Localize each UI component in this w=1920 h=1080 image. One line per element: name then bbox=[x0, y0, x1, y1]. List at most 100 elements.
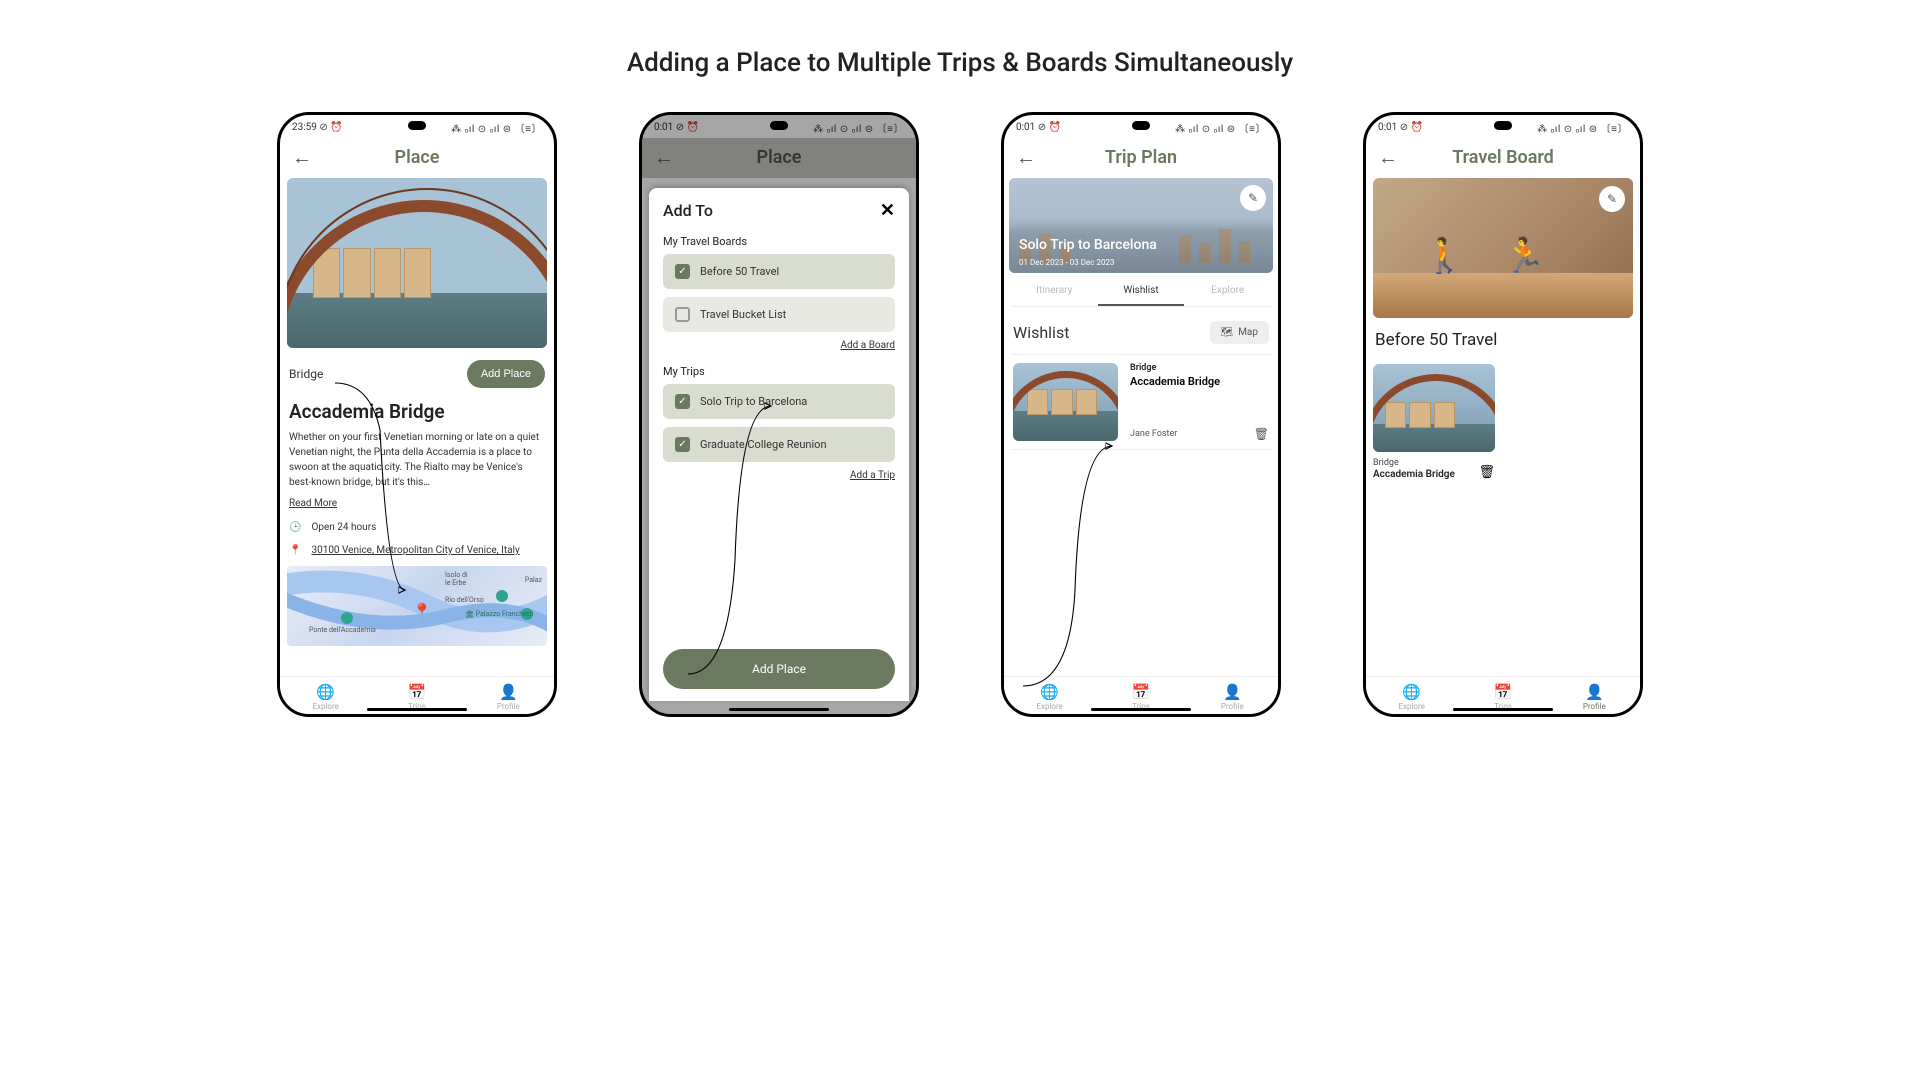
close-icon[interactable]: ✕ bbox=[880, 200, 895, 221]
calendar-icon: 📅 bbox=[1095, 683, 1186, 701]
edit-button[interactable]: ✎ bbox=[1599, 186, 1625, 212]
map-label: Isolo dile Erbe bbox=[445, 571, 468, 587]
home-indicator bbox=[1453, 708, 1553, 711]
calendar-icon: 📅 bbox=[1457, 683, 1548, 701]
card-name: Accademia Bridge bbox=[1373, 469, 1455, 480]
pencil-icon: ✎ bbox=[1248, 191, 1258, 205]
phone-trip-plan: 0:01 ⊘ ⏰ ⁂ ₒıl ⊙ ₒıl ⊜ 〔≡〕 ← Trip Plan ✎… bbox=[1001, 112, 1281, 717]
nav-explore[interactable]: 🌐Explore bbox=[1366, 683, 1457, 711]
wishlist-card[interactable]: Bridge Accademia Bridge Jane Foster 🗑 bbox=[1011, 354, 1271, 450]
address-link[interactable]: 30100 Venice, Metropolitan City of Venic… bbox=[311, 545, 519, 556]
place-category: Bridge bbox=[289, 367, 323, 381]
page-title: Adding a Place to Multiple Trips & Board… bbox=[0, 0, 1920, 78]
place-hero-image bbox=[287, 178, 547, 348]
place-description: Whether on your first Venetian morning o… bbox=[287, 430, 547, 490]
nav-trips[interactable]: 📅Trips bbox=[1095, 683, 1186, 711]
checkbox-empty-icon bbox=[675, 307, 690, 322]
map-pin-icon: 📍 bbox=[412, 602, 432, 621]
phone-travel-board: 0:01 ⊘ ⏰ ⁂ ₒıl ⊙ ₒıl ⊜ 〔≡〕 ← Travel Boar… bbox=[1363, 112, 1643, 717]
card-name: Accademia Bridge bbox=[1130, 375, 1269, 388]
nav-explore[interactable]: 🌐Explore bbox=[280, 683, 371, 711]
nav-profile[interactable]: 👤Profile bbox=[1187, 683, 1278, 711]
boards-section-label: My Travel Boards bbox=[663, 235, 895, 248]
board-option[interactable]: ✓Before 50 Travel bbox=[663, 254, 895, 289]
board-option[interactable]: Travel Bucket List bbox=[663, 297, 895, 332]
status-time: 0:01 ⊘ ⏰ bbox=[1378, 122, 1423, 133]
checkbox-checked-icon: ✓ bbox=[675, 264, 690, 279]
checkbox-checked-icon: ✓ bbox=[675, 394, 690, 409]
notch bbox=[770, 121, 788, 130]
back-icon[interactable]: ← bbox=[1378, 145, 1398, 170]
status-time: 23:59 ⊘ ⏰ bbox=[292, 122, 343, 133]
checkbox-checked-icon: ✓ bbox=[675, 437, 690, 452]
clock-icon: 🕒 bbox=[289, 522, 301, 533]
back-icon[interactable]: ← bbox=[292, 145, 312, 170]
board-card-thumbnail[interactable] bbox=[1373, 364, 1495, 452]
wishlist-heading: Wishlist bbox=[1013, 323, 1069, 342]
map-label: Ponte dell'Accademia bbox=[309, 626, 376, 634]
home-indicator bbox=[367, 708, 467, 711]
trip-option[interactable]: ✓Solo Trip to Barcelona bbox=[663, 384, 895, 419]
place-map[interactable]: 📍 Isolo dile Erbe Palaz Rio dell'Orso 🏛 … bbox=[287, 566, 547, 646]
home-indicator bbox=[1091, 708, 1191, 711]
add-place-confirm-button[interactable]: Add Place bbox=[663, 649, 895, 689]
map-label: Rio dell'Orso bbox=[445, 596, 484, 604]
status-icons: ⁂ ₒıl ⊙ ₒıl ⊜ 〔≡〕 bbox=[1537, 120, 1628, 135]
phone-add-to-sheet: 0:01 ⊘ ⏰ ⁂ ₒıl ⊙ ₒıl ⊜ 〔≡〕 ← Place Add T… bbox=[639, 112, 919, 717]
add-trip-link[interactable]: Add a Trip bbox=[663, 470, 895, 481]
trip-name: Solo Trip to Barcelona bbox=[1019, 237, 1157, 253]
status-icons: ⁂ ₒıl ⊙ ₒıl ⊜ 〔≡〕 bbox=[451, 120, 542, 135]
edit-button[interactable]: ✎ bbox=[1240, 185, 1266, 211]
tab-wishlist[interactable]: Wishlist bbox=[1098, 277, 1185, 306]
trash-icon[interactable]: 🗑 bbox=[1254, 427, 1269, 441]
status-time: 0:01 ⊘ ⏰ bbox=[1016, 122, 1061, 133]
globe-icon: 🌐 bbox=[1004, 683, 1095, 701]
globe-icon: 🌐 bbox=[280, 683, 371, 701]
trip-tabs: Itinerary Wishlist Explore bbox=[1011, 277, 1271, 307]
appbar-title: Place bbox=[280, 147, 554, 168]
add-board-link[interactable]: Add a Board bbox=[663, 340, 895, 351]
back-icon[interactable]: ← bbox=[1016, 145, 1036, 170]
profile-icon: 👤 bbox=[1187, 683, 1278, 701]
calendar-icon: 📅 bbox=[371, 683, 462, 701]
trash-icon[interactable]: 🗑 bbox=[1478, 465, 1495, 480]
profile-icon: 👤 bbox=[1549, 683, 1640, 701]
read-more-link[interactable]: Read More bbox=[287, 498, 339, 509]
trip-hero: ✎ Solo Trip to Barcelona 01 Dec 2023 - 0… bbox=[1009, 178, 1273, 273]
app-bar: ← Place bbox=[280, 138, 554, 178]
nav-profile[interactable]: 👤Profile bbox=[463, 683, 554, 711]
hours-text: Open 24 hours bbox=[311, 522, 376, 533]
sheet-title: Add To bbox=[663, 201, 713, 220]
card-thumbnail bbox=[1013, 363, 1118, 441]
status-icons: ⁂ ₒıl ⊙ ₒıl ⊜ 〔≡〕 bbox=[1175, 120, 1266, 135]
globe-icon: 🌐 bbox=[1366, 683, 1457, 701]
place-name: Accademia Bridge bbox=[287, 400, 547, 423]
map-icon: 🗺 bbox=[1221, 327, 1234, 338]
add-to-sheet: Add To ✕ My Travel Boards ✓Before 50 Tra… bbox=[649, 188, 909, 701]
nav-trips[interactable]: 📅Trips bbox=[1457, 683, 1548, 711]
pin-icon: 📍 bbox=[289, 545, 301, 556]
tab-explore[interactable]: Explore bbox=[1184, 277, 1271, 306]
card-category: Bridge bbox=[1130, 363, 1269, 373]
nav-trips[interactable]: 📅Trips bbox=[371, 683, 462, 711]
notch bbox=[408, 121, 426, 130]
board-hero-image: 🚶 🏃 ✎ bbox=[1373, 178, 1633, 318]
board-name: Before 50 Travel bbox=[1373, 330, 1633, 350]
map-label: 🏛 Palazzo Franchetti bbox=[465, 610, 533, 618]
trip-option[interactable]: ✓Graduate College Reunion bbox=[663, 427, 895, 462]
card-user: Jane Foster bbox=[1130, 429, 1177, 439]
home-indicator bbox=[729, 708, 829, 711]
add-place-button[interactable]: Add Place bbox=[467, 360, 545, 388]
profile-icon: 👤 bbox=[463, 683, 554, 701]
tab-itinerary[interactable]: Itinerary bbox=[1011, 277, 1098, 306]
notch bbox=[1132, 121, 1150, 130]
trips-section-label: My Trips bbox=[663, 365, 895, 378]
appbar-title: Trip Plan bbox=[1004, 147, 1278, 168]
card-category: Bridge bbox=[1373, 458, 1455, 468]
nav-profile[interactable]: 👤Profile bbox=[1549, 683, 1640, 711]
map-toggle-button[interactable]: 🗺Map bbox=[1210, 321, 1270, 344]
notch bbox=[1494, 121, 1512, 130]
map-label: Palaz bbox=[525, 576, 542, 584]
nav-explore[interactable]: 🌐Explore bbox=[1004, 683, 1095, 711]
phone-place-detail: 23:59 ⊘ ⏰ ⁂ ₒıl ⊙ ₒıl ⊜ 〔≡〕 ← Place Brid… bbox=[277, 112, 557, 717]
